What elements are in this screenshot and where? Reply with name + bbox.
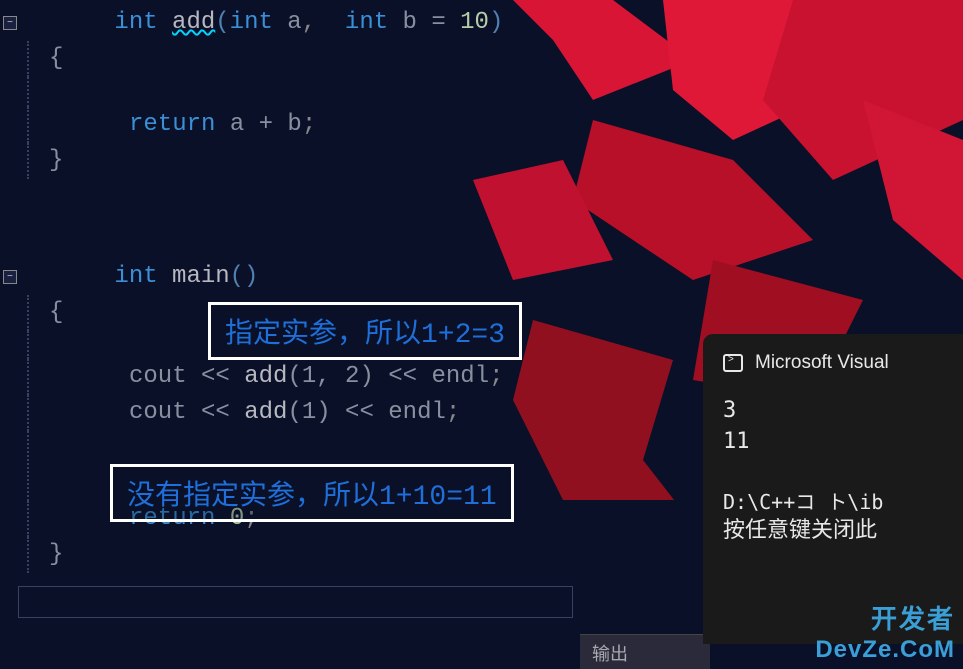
cout: cout (129, 363, 201, 390)
function-add: add (172, 9, 215, 36)
args: (1, 2) (287, 363, 388, 390)
terminal-titlebar: Microsoft Visual (723, 352, 943, 374)
cout: cout (129, 399, 201, 426)
terminal-path: D:\C++コ ト\ib (723, 488, 943, 516)
code-line-1[interactable]: − int add(int a, int b = 10) (0, 5, 963, 41)
expression: a + b (215, 111, 301, 138)
keyword-int: int (230, 9, 273, 36)
keyword-int: int (114, 9, 157, 36)
code-line-4[interactable]: } (0, 143, 963, 179)
function-main: main (158, 263, 230, 290)
code-line-blank[interactable] (0, 77, 963, 107)
fold-toggle[interactable]: − (3, 270, 17, 284)
watermark: 开发者 DevZe.CoM (815, 599, 955, 664)
cursor-line-highlight (18, 586, 573, 618)
param-a: a (273, 9, 302, 36)
terminal-window[interactable]: Microsoft Visual 3 11 D:\C++コ ト\ib 按任意键关… (703, 334, 963, 644)
keyword-int: int (114, 263, 157, 290)
terminal-icon (723, 354, 743, 372)
output-label: 输出 (592, 644, 628, 664)
default-value: 10 (446, 9, 489, 36)
brace-open: { (49, 299, 63, 326)
code-line-main[interactable]: − int main() (0, 259, 963, 295)
keyword-int: int (316, 9, 388, 36)
param-b: b (388, 9, 431, 36)
watermark-line1: 开发者 (815, 599, 955, 636)
terminal-output-line: 3 (723, 396, 943, 427)
keyword-return: return (129, 111, 215, 138)
brace-open: { (49, 45, 63, 72)
args: (1) (287, 399, 345, 426)
terminal-close-msg: 按任意键关闭此 (723, 516, 943, 547)
terminal-output-line: 11 (723, 427, 943, 458)
output-panel-tab[interactable]: 输出 (580, 634, 710, 669)
watermark-line2: DevZe.CoM (815, 636, 955, 664)
fold-toggle[interactable]: − (3, 16, 17, 30)
brace-close: } (49, 541, 63, 568)
terminal-title-text: Microsoft Visual (755, 352, 889, 374)
paren: ( (215, 9, 229, 36)
code-line-3[interactable]: return a + b; (0, 107, 963, 143)
brace-close: } (49, 147, 63, 174)
annotation-box-1: 指定实参，所以1+2=3 (208, 302, 522, 360)
annotation-box-2: 没有指定实参，所以1+10=11 (110, 464, 514, 522)
